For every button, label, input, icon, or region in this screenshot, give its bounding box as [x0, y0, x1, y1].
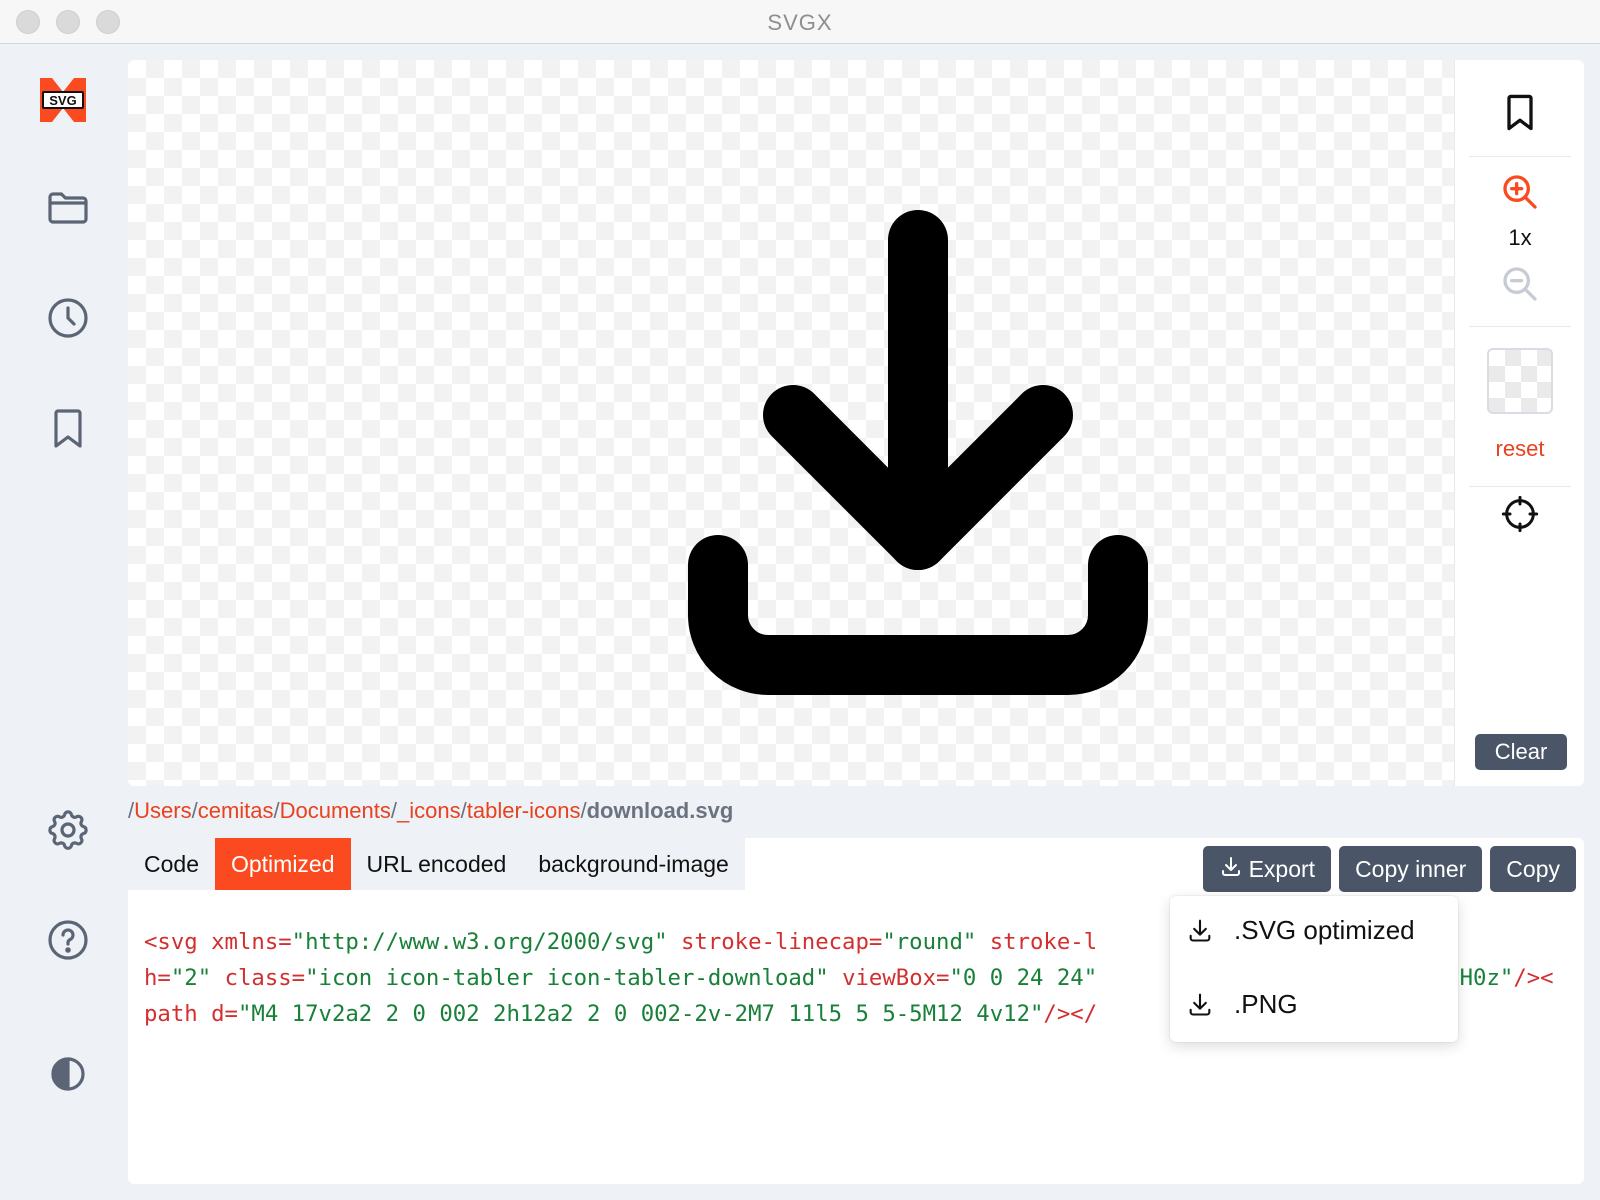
preview-toolbar: 1x reset Clear: [1454, 60, 1584, 786]
export-menu: .SVG optimized .PNG: [1170, 896, 1458, 1042]
path-segment[interactable]: Documents: [280, 798, 391, 823]
code-token: viewBox=: [842, 965, 950, 991]
tab-optimized[interactable]: Optimized: [214, 838, 351, 890]
export-item-label: .SVG optimized: [1234, 914, 1415, 945]
export-label: Export: [1248, 855, 1316, 882]
export-button[interactable]: Export: [1202, 846, 1332, 892]
app-logo: SVG: [40, 78, 86, 122]
code-token: "http://www.w3.org/2000/svg": [291, 929, 681, 955]
svg-preview-canvas[interactable]: [128, 60, 1454, 786]
tab-code[interactable]: Code: [128, 838, 215, 890]
bookmark-button[interactable]: [1496, 90, 1544, 138]
path-segment[interactable]: Users: [134, 798, 191, 823]
code-token: <svg: [144, 929, 212, 955]
toolbar-divider: [1469, 486, 1571, 487]
contrast-icon: [44, 1050, 92, 1103]
sidebar-item-settings[interactable]: [44, 808, 92, 856]
sidebar-item-help[interactable]: [44, 918, 92, 966]
bookmark-icon: [44, 404, 92, 457]
path-segment[interactable]: tabler-icons: [467, 798, 581, 823]
code-token: d=: [211, 1001, 238, 1027]
crosshair-icon: [1500, 494, 1540, 539]
code-token: class=: [224, 965, 306, 991]
path-segment[interactable]: cemitas: [198, 798, 274, 823]
folder-icon: [44, 184, 92, 237]
download-icon: [1186, 990, 1214, 1018]
code-token: stroke-linecap=: [680, 929, 883, 955]
file-path-breadcrumb: /Users/cemitas/Documents/_icons/tabler-i…: [128, 798, 734, 823]
download-icon: [1186, 916, 1214, 944]
tab-background-image[interactable]: background-image: [522, 838, 745, 890]
file-name: download.svg: [586, 798, 734, 823]
sidebar-item-bookmarks[interactable]: [44, 406, 92, 454]
export-png-item[interactable]: .PNG: [1170, 974, 1458, 1034]
code-token: "0 0 24 24": [949, 965, 1098, 991]
code-token: path: [144, 1001, 212, 1027]
toolbar-divider: [1469, 326, 1571, 327]
code-token: H0z": [1459, 965, 1514, 991]
code-token: "icon icon-tabler icon-tabler-download": [305, 965, 843, 991]
code-token: "round": [882, 929, 990, 955]
export-svg-optimized-item[interactable]: .SVG optimized: [1170, 900, 1458, 960]
path-segment[interactable]: _icons: [397, 798, 461, 823]
gear-icon: [44, 806, 92, 859]
zoom-out-icon: [1500, 264, 1540, 309]
download-icon: [618, 140, 1218, 740]
tab-url-encoded[interactable]: URL encoded: [351, 838, 523, 890]
center-button[interactable]: [1496, 492, 1544, 540]
sidebar-item-open-folder[interactable]: [44, 186, 92, 234]
code-token: xmlns=: [211, 929, 292, 955]
copy-button[interactable]: Copy: [1490, 846, 1576, 892]
question-circle-icon: [44, 916, 92, 969]
code-token: stroke-l: [989, 929, 1098, 955]
logo-text: SVG: [49, 93, 76, 108]
sidebar-item-theme[interactable]: [44, 1052, 92, 1100]
toolbar-divider: [1469, 156, 1571, 157]
title-bar: SVGX: [0, 0, 1600, 44]
copy-inner-button[interactable]: Copy inner: [1339, 846, 1483, 892]
zoom-out-button[interactable]: [1496, 262, 1544, 310]
code-token: "M4 17v2a2 2 0 002 2h12a2 2 0 002-2v-2M7…: [237, 1001, 1044, 1027]
code-token: "2": [170, 965, 225, 991]
zoom-in-icon: [1500, 172, 1540, 217]
background-swatch[interactable]: [1487, 348, 1553, 414]
window-title: SVGX: [767, 10, 833, 35]
zoom-in-button[interactable]: [1496, 170, 1544, 218]
bookmark-icon: [1498, 90, 1542, 139]
zoom-level: 1x: [1508, 225, 1532, 250]
code-token: /><: [1513, 965, 1554, 991]
download-icon: [1219, 854, 1243, 884]
code-actions: Export Copy inner Copy: [1202, 846, 1576, 892]
reset-background-link[interactable]: reset: [1455, 436, 1585, 462]
sidebar-item-history[interactable]: [44, 296, 92, 344]
code-token: h=: [144, 965, 171, 991]
export-item-label: .PNG: [1234, 988, 1298, 1019]
code-tabs: Code Optimized URL encoded background-im…: [128, 838, 745, 890]
clear-button[interactable]: Clear: [1475, 734, 1567, 770]
clock-icon: [44, 294, 92, 347]
code-token: /></: [1043, 1001, 1098, 1027]
